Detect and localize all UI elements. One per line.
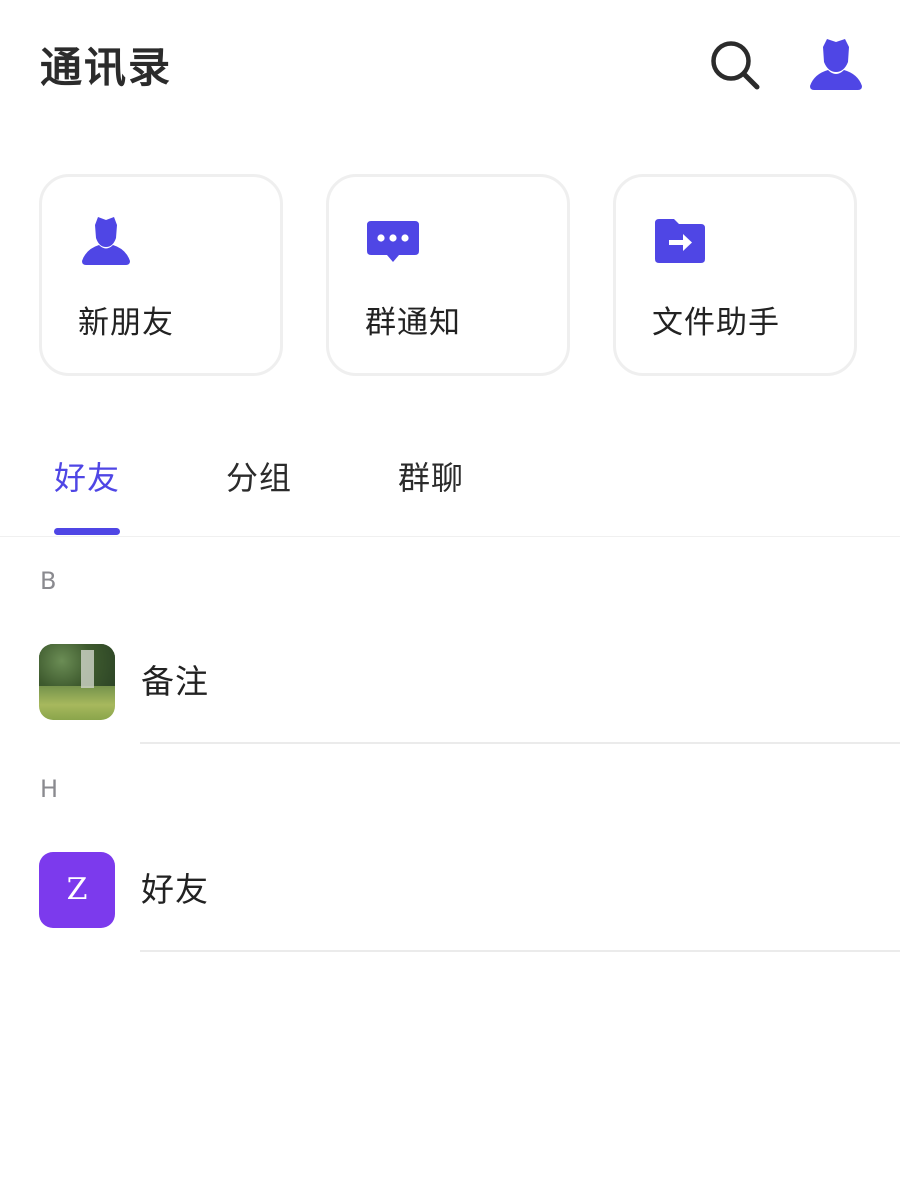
contact-row[interactable]: 备注 [0, 644, 900, 744]
tab-groups[interactable]: 分组 [226, 456, 292, 500]
card-label: 文件助手 [652, 305, 780, 341]
contact-name: 好友 [141, 870, 209, 909]
tab-friends[interactable]: 好友 [54, 456, 120, 500]
file-assistant-card[interactable]: 文件助手 [613, 174, 857, 376]
active-tab-indicator [54, 528, 120, 535]
user-icon [82, 217, 130, 265]
user-icon [810, 39, 862, 90]
quick-actions: 新朋友 群通知 文件助手 [0, 174, 900, 384]
tab-group-chats[interactable]: 群聊 [398, 456, 464, 500]
tab-bar: 好友 分组 群聊 [0, 440, 900, 537]
contact-row[interactable]: Z 好友 [0, 852, 900, 952]
message-dots-icon [367, 221, 419, 262]
page-title: 通讯录 [40, 43, 173, 92]
profile-button[interactable] [806, 34, 866, 94]
divider [140, 950, 900, 952]
app-header: 通讯录 [0, 0, 900, 120]
search-button[interactable] [704, 34, 764, 94]
card-label: 群通知 [365, 305, 461, 341]
divider [140, 742, 900, 744]
avatar [39, 644, 115, 720]
card-label: 新朋友 [78, 305, 174, 341]
section-header-h: H [40, 775, 59, 803]
contact-name: 备注 [141, 662, 209, 701]
search-icon [711, 41, 760, 90]
section-header-b: B [40, 567, 57, 595]
folder-arrow-icon [655, 219, 705, 263]
new-friends-card[interactable]: 新朋友 [39, 174, 283, 376]
avatar: Z [39, 852, 115, 928]
group-notifications-card[interactable]: 群通知 [326, 174, 570, 376]
